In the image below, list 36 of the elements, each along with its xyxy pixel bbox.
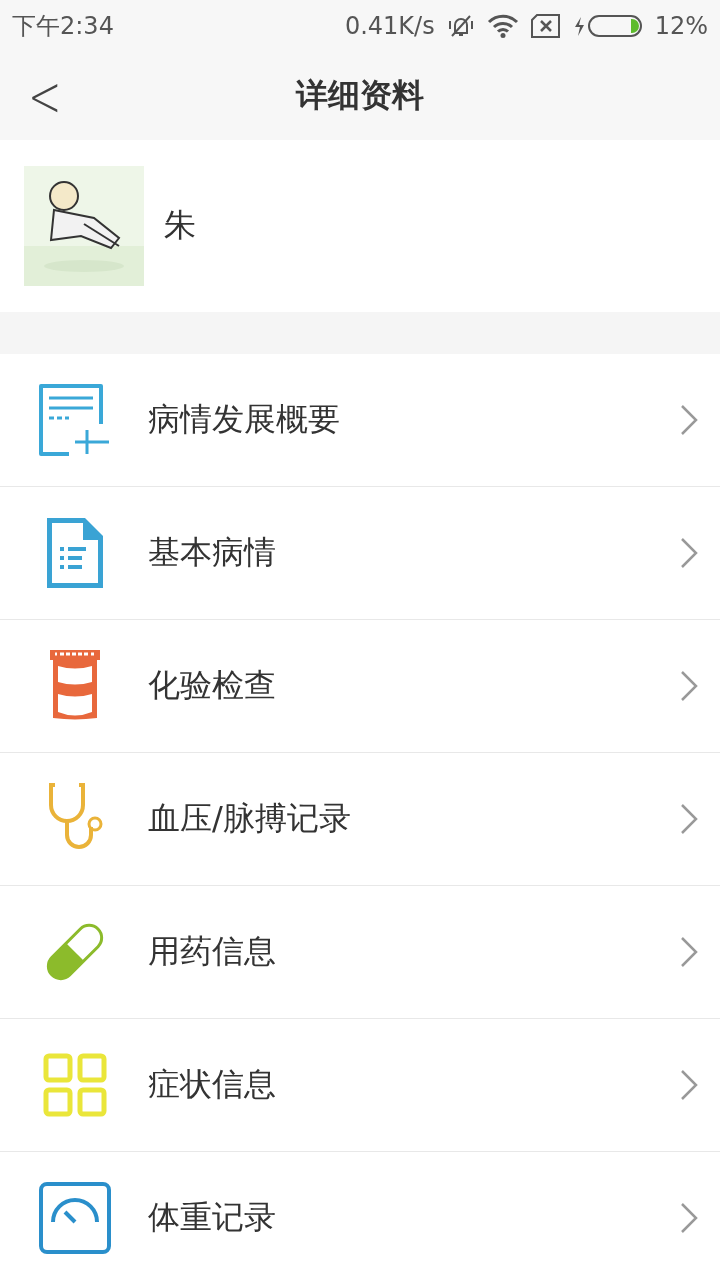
menu-item[interactable]: 化验检查 [0, 620, 720, 753]
menu-label: 化验检查 [148, 666, 276, 704]
menu-label: 基本病情 [148, 533, 276, 571]
back-button[interactable]: < [18, 63, 72, 129]
status-time: 下午2:34 [12, 11, 114, 42]
menu-label: 病情发展概要 [148, 400, 340, 438]
chevron-right-icon [680, 537, 698, 569]
menu-item[interactable]: 血压/脉搏记录 [0, 753, 720, 886]
menu-item[interactable]: 病情发展概要 [0, 354, 720, 487]
menu-label: 用药信息 [148, 932, 276, 970]
chevron-right-icon [680, 803, 698, 835]
chevron-right-icon [680, 1202, 698, 1234]
grid-icon [43, 1053, 107, 1117]
battery-percent: 12% [654, 12, 708, 40]
battery-icon [572, 14, 643, 38]
specimen-jar-icon [50, 650, 100, 722]
page-title: 详细资料 [296, 75, 424, 116]
no-sim-icon [530, 14, 561, 38]
chevron-right-icon [680, 1069, 698, 1101]
chevron-right-icon [680, 670, 698, 702]
menu-label: 血压/脉搏记录 [148, 799, 351, 837]
menu-item[interactable]: 体重记录 [0, 1152, 720, 1280]
network-speed: 0.41K/s [344, 12, 435, 40]
scale-icon [39, 1182, 111, 1254]
document-list-icon [47, 518, 103, 588]
note-add-icon [39, 384, 111, 456]
menu-label: 症状信息 [148, 1065, 276, 1103]
muted-bell-icon [446, 13, 475, 39]
user-name: 朱 [164, 205, 196, 246]
chevron-right-icon [680, 404, 698, 436]
menu-item[interactable]: 基本病情 [0, 487, 720, 620]
menu-item[interactable]: 症状信息 [0, 1019, 720, 1152]
chevron-right-icon [680, 936, 698, 968]
menu-label: 体重记录 [148, 1198, 276, 1236]
wifi-icon [486, 14, 519, 38]
menu-item[interactable]: 用药信息 [0, 886, 720, 1019]
